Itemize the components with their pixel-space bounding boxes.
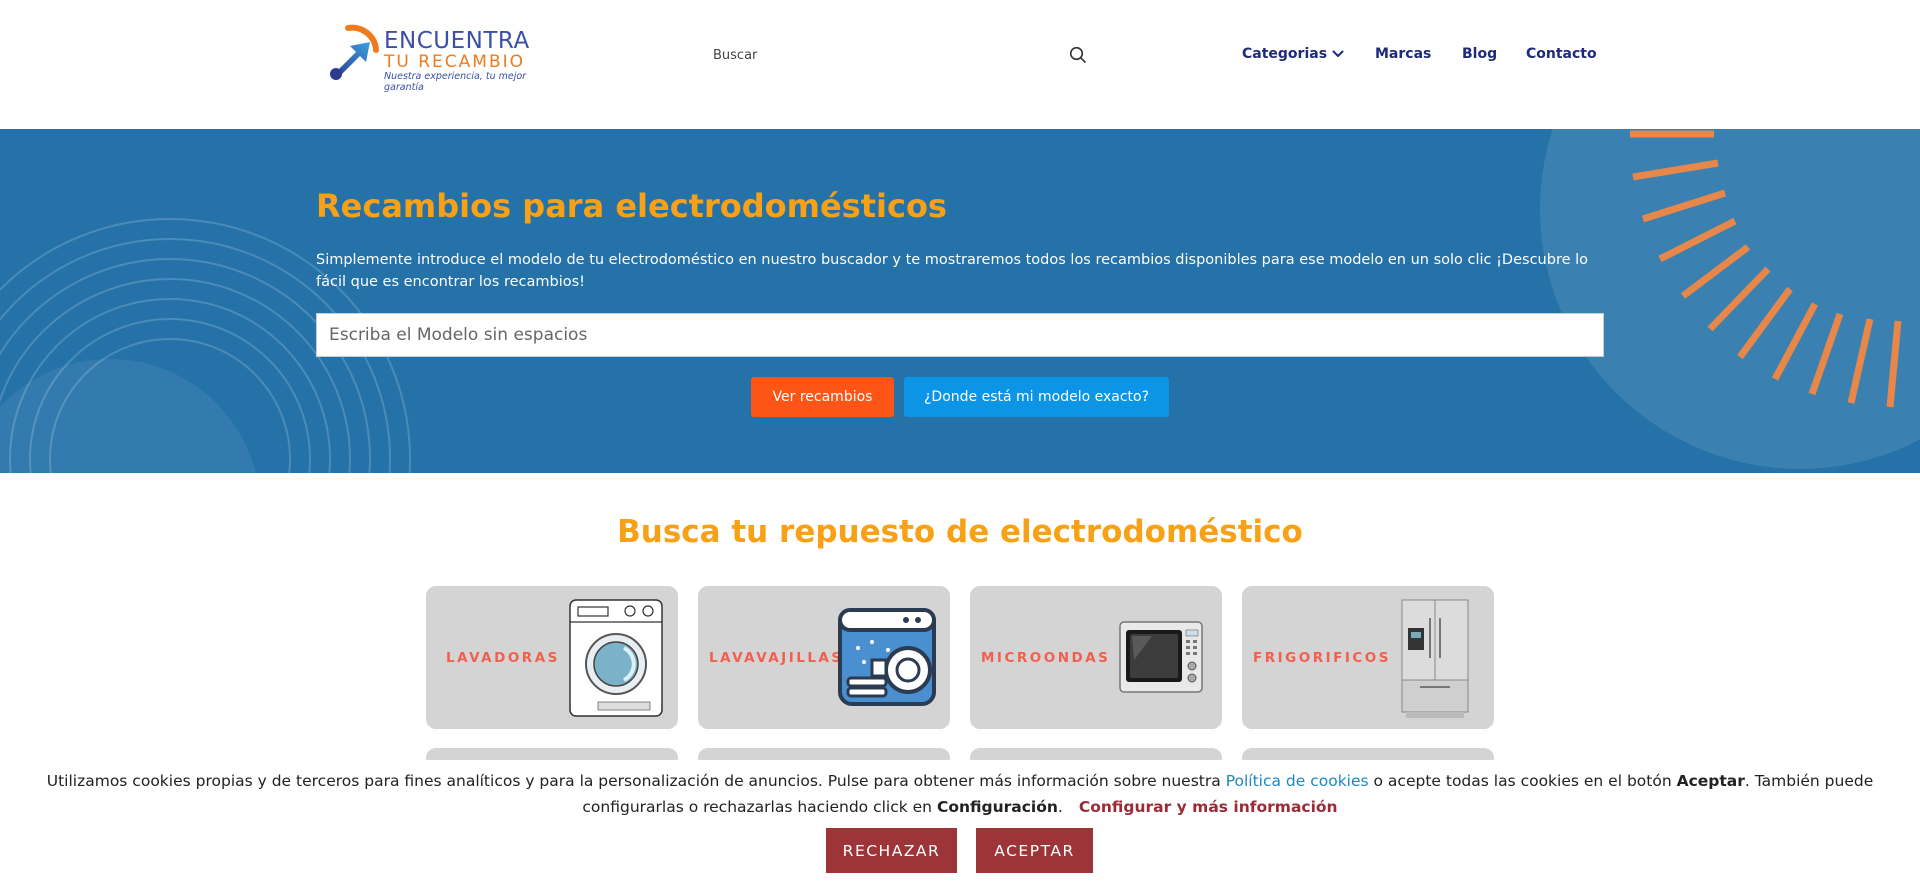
nav-marcas[interactable]: Marcas <box>1375 46 1431 62</box>
cookie-text-part: . <box>1057 798 1063 816</box>
cookie-message: Utilizamos cookies propias y de terceros… <box>0 768 1920 820</box>
hero-section: Recambios para electrodomésticos Simplem… <box>0 129 1920 473</box>
nav-categorias[interactable]: Categorias <box>1242 46 1327 62</box>
washing-machine-icon <box>569 599 663 717</box>
search-icon[interactable] <box>1068 45 1088 65</box>
logo-tagline: Nuestra experiencia, tu mejor garantía <box>384 71 527 93</box>
cookie-text-part: o acepte todas las cookies en el botón <box>1368 772 1677 790</box>
nav-contacto[interactable]: Contacto <box>1526 46 1597 62</box>
category-card-frigorificos[interactable]: FRIGORIFICOS <box>1242 586 1494 729</box>
section-title: Busca tu repuesto de electrodoméstico <box>617 514 1303 550</box>
category-card-lavavajillas[interactable]: LAVAVAJILLAS <box>698 586 950 729</box>
accept-cookies-button[interactable]: ACEPTAR <box>976 828 1093 873</box>
nav-blog[interactable]: Blog <box>1462 46 1497 62</box>
model-search-input[interactable] <box>316 313 1604 357</box>
dishwasher-icon <box>838 608 936 706</box>
category-card-lavadoras[interactable]: LAVADORAS <box>426 586 678 729</box>
hero-description: Simplemente introduce el modelo de tu el… <box>316 252 1589 290</box>
chevron-down-icon[interactable] <box>1332 49 1344 59</box>
hero-background-decoration <box>0 129 1920 473</box>
cookie-banner: Utilizamos cookies propias y de terceros… <box>0 760 1920 888</box>
hero-title: Recambios para electrodomésticos <box>316 187 947 225</box>
site-search-input[interactable] <box>700 40 1090 70</box>
ver-recambios-button[interactable]: Ver recambios <box>751 377 894 417</box>
reject-cookies-button[interactable]: RECHAZAR <box>826 828 957 873</box>
category-label: MICROONDAS <box>981 650 1111 666</box>
microwave-icon <box>1119 621 1203 693</box>
donde-modelo-button[interactable]: ¿Donde está mi modelo exacto? <box>904 377 1169 417</box>
category-label: LAVAVAJILLAS <box>709 650 844 666</box>
accept-word: Aceptar <box>1676 772 1745 790</box>
category-label: FRIGORIFICOS <box>1253 650 1391 666</box>
site-header: ENCUENTRA TU RECAMBIO Nuestra experienci… <box>0 0 1920 129</box>
logo-text-line2: TU RECAMBIO <box>384 52 526 72</box>
fridge-icon <box>1401 599 1469 718</box>
cookie-config-link[interactable]: Configurar y más información <box>1079 798 1338 816</box>
site-logo[interactable]: ENCUENTRA TU RECAMBIO Nuestra experienci… <box>326 22 551 93</box>
cookie-text-part: Utilizamos cookies propias y de terceros… <box>46 772 1226 790</box>
logo-arrow-icon <box>330 24 379 80</box>
cookie-policy-link[interactable]: Política de cookies <box>1226 772 1369 790</box>
config-word: Configuración <box>936 798 1058 816</box>
logo-text-line1: ENCUENTRA <box>384 28 530 54</box>
category-card-microondas[interactable]: MICROONDAS <box>970 586 1222 729</box>
category-label: LAVADORAS <box>446 650 560 666</box>
